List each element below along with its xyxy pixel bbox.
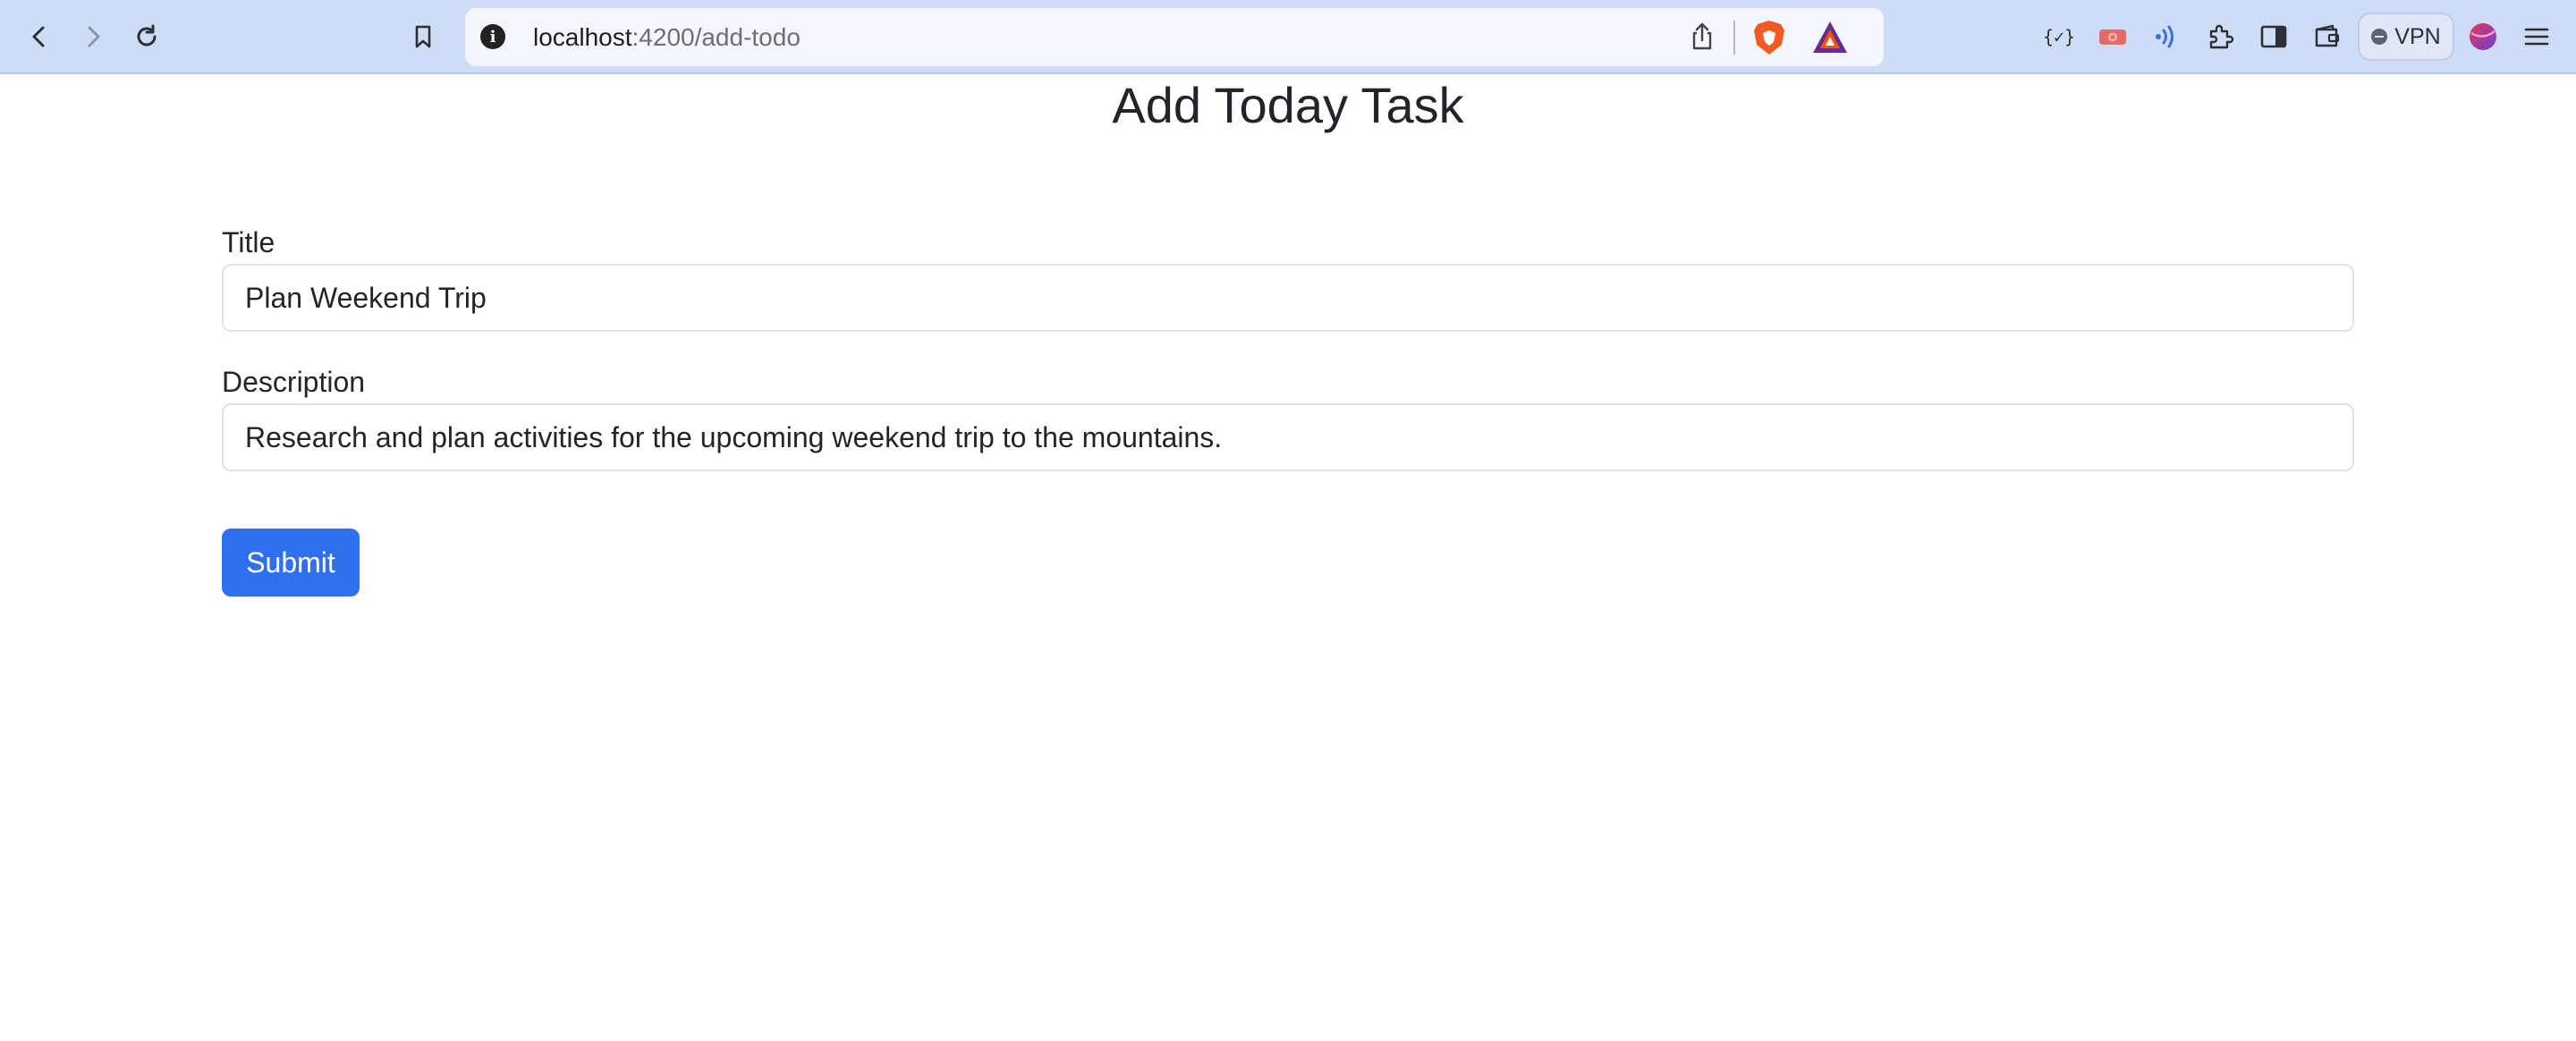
json-extension-icon[interactable]: {✓} xyxy=(2039,17,2079,56)
screen-recorder-icon[interactable] xyxy=(2093,17,2132,56)
description-label: Description xyxy=(222,366,366,398)
bookmark-icon[interactable] xyxy=(402,15,445,58)
submit-button[interactable]: Submit xyxy=(222,529,360,597)
wallet-icon[interactable] xyxy=(2308,17,2347,56)
url-text[interactable]: localhost:4200/add-todo xyxy=(533,22,801,53)
svg-text:{✓}: {✓} xyxy=(2043,26,2075,47)
title-label: Title xyxy=(222,226,275,258)
brave-shields-icon[interactable] xyxy=(1750,18,1789,57)
info-icon[interactable]: i xyxy=(480,24,505,49)
vpn-icon xyxy=(2371,29,2388,45)
extensions-icon[interactable] xyxy=(2200,17,2240,56)
description-input[interactable] xyxy=(222,403,2354,471)
share-icon[interactable] xyxy=(1686,21,1718,53)
forward-icon[interactable] xyxy=(72,15,114,58)
reload-icon[interactable] xyxy=(125,15,168,58)
url-host: localhost xyxy=(533,23,632,51)
brave-rewards-icon[interactable] xyxy=(1810,19,1850,56)
url-path: :4200/add-todo xyxy=(631,23,801,51)
title-input[interactable] xyxy=(222,264,2354,332)
speech-extension-icon[interactable] xyxy=(2147,17,2186,56)
browser-toolbar: i localhost:4200/add-todo {✓} VPN xyxy=(0,0,2576,74)
back-icon[interactable] xyxy=(18,15,61,58)
url-divider xyxy=(1733,21,1735,55)
page-title: Add Today Task xyxy=(1112,77,1464,133)
menu-icon[interactable] xyxy=(2517,17,2556,56)
sidebar-icon[interactable] xyxy=(2254,17,2293,56)
profile-avatar-icon[interactable] xyxy=(2463,17,2503,56)
vpn-button[interactable]: VPN xyxy=(2358,13,2454,61)
address-bar[interactable]: i localhost:4200/add-todo xyxy=(465,8,1884,66)
vpn-label: VPN xyxy=(2394,23,2441,49)
